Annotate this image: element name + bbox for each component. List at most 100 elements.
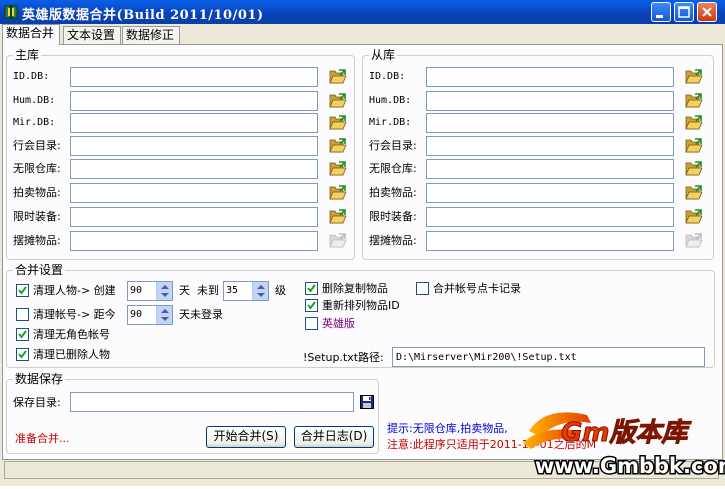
spinner-arrows[interactable] bbox=[156, 306, 172, 324]
spinner-arrows[interactable] bbox=[156, 282, 172, 300]
save-dir-label: 保存目录: bbox=[13, 396, 61, 409]
tab-text-settings[interactable]: 文本设置 bbox=[63, 26, 121, 44]
folder-open-icon[interactable] bbox=[329, 69, 347, 85]
clean-nochar-label: 清理无角色帐号 bbox=[33, 328, 110, 341]
slave-row-label: 拍卖物品: bbox=[369, 186, 417, 199]
master-path-input[interactable] bbox=[70, 136, 318, 156]
renum-checkbox[interactable] bbox=[305, 299, 318, 312]
slave-row-label: Hum.DB: bbox=[369, 95, 412, 106]
folder-open-icon[interactable] bbox=[685, 161, 703, 177]
folder-open-icon[interactable] bbox=[329, 115, 347, 131]
folder-open-icon[interactable] bbox=[685, 138, 703, 154]
clean-acct-label: 清理帐号-> 距今 bbox=[33, 308, 116, 321]
window-title: 英雄版数据合并(Build 2011/10/01) bbox=[22, 8, 264, 23]
tab-data-merge[interactable]: 数据合并 bbox=[2, 24, 60, 45]
master-db-title: 主库 bbox=[13, 48, 42, 62]
slave-path-input[interactable] bbox=[426, 136, 674, 156]
master-path-input[interactable] bbox=[70, 183, 318, 203]
master-row-label: 无限仓库: bbox=[13, 162, 61, 175]
slave-row-label: 限时装备: bbox=[369, 210, 417, 223]
level-unit-label: 级 bbox=[275, 284, 286, 297]
maximize-icon bbox=[678, 6, 690, 18]
master-row-label: ID.DB: bbox=[13, 71, 50, 82]
master-path-input[interactable] bbox=[70, 231, 318, 251]
until-label: 未到 bbox=[197, 284, 219, 297]
folder-open-icon[interactable] bbox=[685, 185, 703, 201]
acct-card-checkbox[interactable] bbox=[416, 282, 429, 295]
brand-logo-icon: Gm版本库 www.Gmbbk.com bbox=[523, 412, 725, 480]
slave-path-input[interactable] bbox=[426, 67, 674, 87]
hero-checkbox[interactable] bbox=[305, 317, 318, 330]
save-group: 数据保存 保存目录: 准备合并... 开始合并(S) 合并日志(D) bbox=[6, 372, 379, 454]
slave-row-label: ID.DB: bbox=[369, 71, 406, 82]
master-path-input[interactable] bbox=[70, 207, 318, 227]
slave-path-input[interactable] bbox=[426, 113, 674, 133]
save-group-title: 数据保存 bbox=[13, 372, 66, 386]
folder-open-icon[interactable] bbox=[685, 69, 703, 85]
master-path-input[interactable] bbox=[70, 91, 318, 111]
hint-text: 提示:无限仓库,拍卖物品, bbox=[387, 422, 508, 435]
clean-deleted-checkbox[interactable] bbox=[16, 348, 29, 361]
save-dir-input[interactable] bbox=[70, 392, 354, 412]
setup-path-input[interactable]: D:\Mirserver\Mir200\!Setup.txt bbox=[392, 347, 705, 367]
folder-open-icon[interactable] bbox=[329, 233, 347, 249]
folder-open-icon[interactable] bbox=[329, 138, 347, 154]
check-icon bbox=[307, 301, 316, 310]
clean-char-checkbox[interactable] bbox=[16, 284, 29, 297]
clean-char-label: 清理人物-> 创建 bbox=[33, 284, 116, 297]
folder-open-icon[interactable] bbox=[685, 209, 703, 225]
folder-open-icon[interactable] bbox=[329, 185, 347, 201]
folder-open-icon[interactable] bbox=[329, 93, 347, 109]
master-row-label: 行会目录: bbox=[13, 139, 61, 152]
level-spinner[interactable]: 35 bbox=[223, 281, 269, 301]
title-bar[interactable]: 英雄版数据合并(Build 2011/10/01) bbox=[0, 0, 725, 24]
days-unit-label: 天 bbox=[179, 284, 190, 297]
tab-data-fix[interactable]: 数据修正 bbox=[122, 26, 180, 44]
clean-deleted-label: 清理已删除人物 bbox=[33, 348, 110, 361]
hero-label: 英雄版 bbox=[322, 317, 355, 330]
master-path-input[interactable] bbox=[70, 159, 318, 179]
status-text: 准备合并... bbox=[15, 432, 70, 445]
maximize-button[interactable] bbox=[674, 2, 694, 22]
close-button[interactable] bbox=[697, 2, 717, 22]
watermark-logo: Gm版本库 www.Gmbbk.com bbox=[521, 403, 725, 486]
slave-path-input[interactable] bbox=[426, 91, 674, 111]
start-merge-button[interactable]: 开始合并(S) bbox=[206, 426, 286, 448]
save-disk-icon[interactable] bbox=[360, 395, 374, 409]
master-path-input[interactable] bbox=[70, 113, 318, 133]
folder-open-icon[interactable] bbox=[685, 93, 703, 109]
master-row-label: Mir.DB: bbox=[13, 117, 56, 128]
clean-acct-checkbox[interactable] bbox=[16, 308, 29, 321]
clean-nochar-checkbox[interactable] bbox=[16, 328, 29, 341]
master-row-label: 限时装备: bbox=[13, 210, 61, 223]
level-value: 35 bbox=[226, 285, 239, 296]
slave-path-input[interactable] bbox=[426, 231, 674, 251]
merge-settings-group: 合并设置 清理人物-> 创建 90 天 未到 35 级 清理帐号-> 距今 90… bbox=[6, 263, 715, 368]
minimize-button[interactable] bbox=[651, 2, 671, 22]
acct-card-label: 合并帐号点卡记录 bbox=[433, 282, 521, 295]
check-icon bbox=[18, 286, 27, 295]
slave-path-input[interactable] bbox=[426, 159, 674, 179]
folder-open-icon[interactable] bbox=[329, 209, 347, 225]
tab-page: 主库 ID.DB: Hum.DB: Mir.DB: 行会目录: 无限仓库: 拍卖物品: 限时… bbox=[2, 44, 723, 460]
master-db-group: 主库 ID.DB: Hum.DB: Mir.DB: 行会目录: 无限仓库: 拍卖物品: 限时… bbox=[6, 48, 355, 260]
check-icon bbox=[307, 284, 316, 293]
slave-path-input[interactable] bbox=[426, 207, 674, 227]
logo-brand-text: Gm版本库 bbox=[561, 418, 692, 448]
create-days-spinner[interactable]: 90 bbox=[127, 281, 173, 301]
slave-db-group: 从库 ID.DB: Hum.DB: Mir.DB: 行会目录: 无限仓库: 拍卖物品: 限时… bbox=[362, 48, 714, 260]
del-copy-checkbox[interactable] bbox=[305, 282, 318, 295]
spinner-arrows[interactable] bbox=[252, 282, 268, 300]
app-window: 英雄版数据合并(Build 2011/10/01) 数据合并 文本设置 数据修正… bbox=[0, 0, 725, 486]
master-row-label: Hum.DB: bbox=[13, 95, 56, 106]
folder-open-icon[interactable] bbox=[329, 161, 347, 177]
folder-open-icon[interactable] bbox=[685, 115, 703, 131]
acct-days-value: 90 bbox=[130, 309, 143, 320]
acct-days-spinner[interactable]: 90 bbox=[127, 305, 173, 325]
slave-path-input[interactable] bbox=[426, 183, 674, 203]
logo-url-text: www.Gmbbk.com bbox=[535, 454, 725, 478]
master-path-input[interactable] bbox=[70, 67, 318, 87]
folder-open-icon[interactable] bbox=[685, 233, 703, 249]
merge-log-button[interactable]: 合并日志(D) bbox=[294, 426, 374, 448]
setup-path-label: !Setup.txt路径: bbox=[303, 351, 384, 364]
